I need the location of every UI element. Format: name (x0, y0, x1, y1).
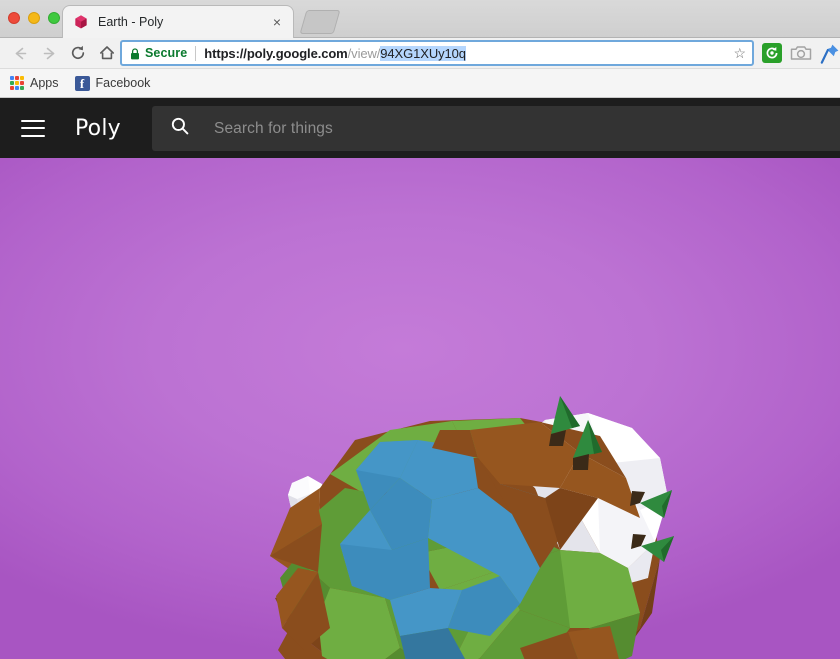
lock-icon (130, 47, 140, 60)
search-input[interactable]: Search for things (152, 106, 840, 151)
url-selected-id[interactable]: 94XG1XUy10q (380, 45, 466, 61)
window-controls (8, 12, 60, 24)
poly-gem-icon (73, 14, 89, 30)
close-window-button[interactable] (8, 12, 20, 24)
tab-title: Earth - Poly (98, 15, 164, 29)
search-placeholder: Search for things (214, 119, 333, 137)
bookmark-facebook-label: Facebook (95, 76, 151, 90)
secure-badge: Secure (145, 46, 188, 60)
url-path: /view/ (347, 45, 381, 61)
url-host: poly.google.com (246, 45, 348, 61)
omnibox-divider (195, 45, 197, 61)
maximize-window-button[interactable] (48, 12, 60, 24)
bookmark-apps[interactable]: Apps (10, 76, 59, 90)
url-scheme: https:// (204, 45, 247, 61)
close-icon[interactable]: × (269, 14, 285, 30)
search-icon (170, 116, 190, 141)
bookmarks-bar: Apps f Facebook (0, 69, 840, 98)
poly-logo[interactable]: Poly (75, 116, 121, 141)
new-tab-button[interactable] (299, 10, 341, 34)
apps-grid-icon (10, 76, 24, 90)
hamburger-menu-icon[interactable] (21, 119, 45, 137)
tab-strip: Earth - Poly × (0, 0, 840, 38)
address-bar[interactable]: Secure https://poly.google.com/view/94XG… (120, 40, 754, 66)
bookmark-apps-label: Apps (30, 76, 59, 90)
pushpin-icon[interactable] (820, 43, 840, 65)
minimize-window-button[interactable] (28, 12, 40, 24)
home-button[interactable] (94, 40, 120, 66)
sync-extension-icon[interactable] (762, 43, 782, 63)
model-viewer-stage[interactable] (0, 158, 840, 659)
screenshot-camera-icon[interactable] (790, 43, 812, 63)
bookmark-facebook[interactable]: f Facebook (74, 75, 151, 91)
facebook-icon: f (74, 75, 90, 91)
forward-button[interactable] (36, 40, 62, 66)
back-button[interactable] (7, 40, 33, 66)
browser-tab[interactable]: Earth - Poly × (62, 5, 294, 38)
url-text: https://poly.google.com/view/94XG1XUy10q (204, 45, 466, 61)
bookmark-star-icon[interactable]: ☆ (733, 46, 746, 60)
reload-button[interactable] (65, 40, 91, 66)
browser-window: Earth - Poly × Secure https://poly.googl… (0, 0, 840, 659)
low-poly-earth-model[interactable] (0, 158, 840, 659)
